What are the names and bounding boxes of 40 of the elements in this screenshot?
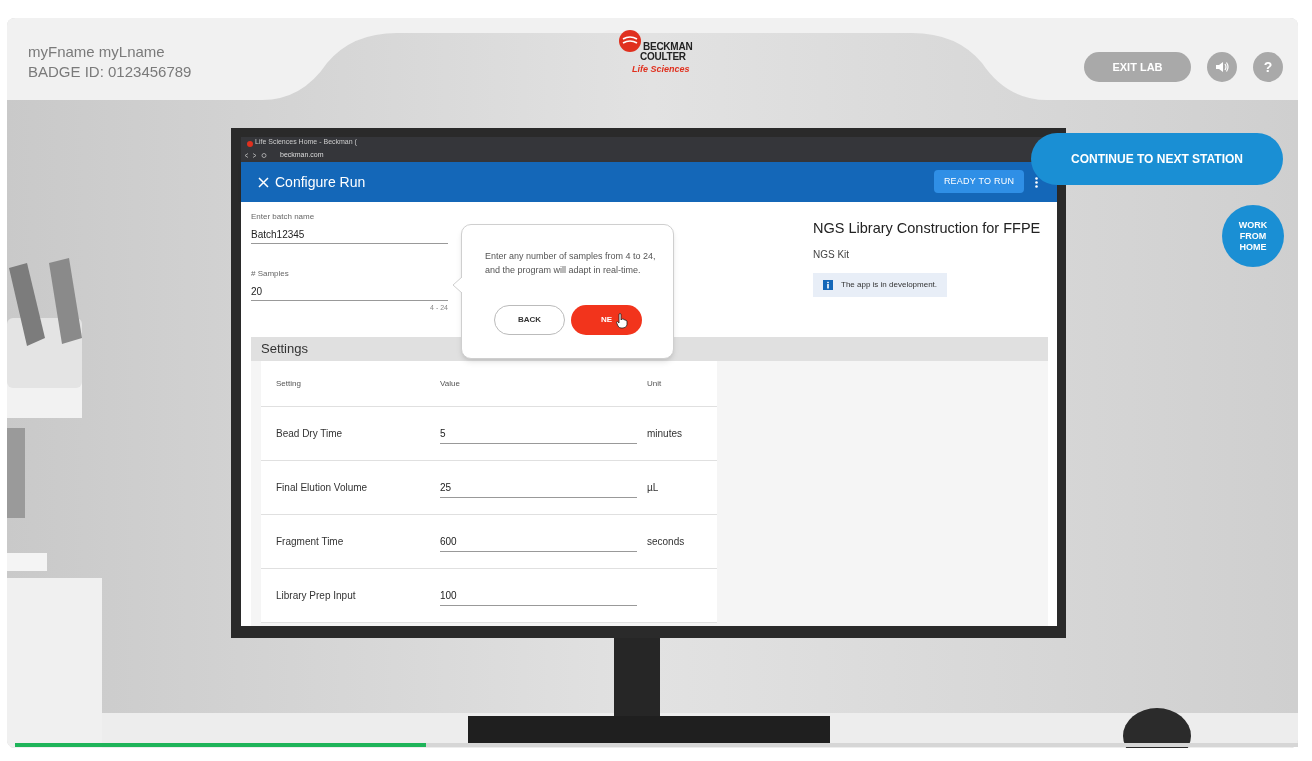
hand-cursor-icon bbox=[616, 313, 628, 329]
continue-button[interactable]: CONTINUE TO NEXT STATION bbox=[1031, 133, 1283, 185]
column-header: Setting bbox=[275, 377, 302, 390]
text-field[interactable]: 20 bbox=[251, 283, 448, 301]
section-title: Settings bbox=[261, 341, 308, 357]
setting-name: Library Prep Input bbox=[275, 589, 357, 603]
setting-name: Bead Dry Time bbox=[275, 427, 344, 441]
speaker-icon bbox=[1215, 61, 1229, 73]
back-button[interactable]: BACK bbox=[494, 305, 565, 335]
value-field[interactable]: 600 bbox=[440, 531, 637, 552]
logo-text: BECKMAN bbox=[643, 42, 693, 52]
unit-label: minutes bbox=[647, 427, 683, 441]
menu-icon[interactable] bbox=[1035, 177, 1038, 188]
setting-name: Fragment Time bbox=[275, 535, 345, 549]
logo-text: Life Sciences bbox=[632, 63, 690, 75]
logo-icon bbox=[619, 30, 641, 52]
text-field[interactable]: Batch12345 bbox=[251, 226, 448, 244]
column-header: Unit bbox=[647, 377, 663, 390]
value-field[interactable]: 100 bbox=[440, 585, 637, 606]
value-field[interactable]: 25 bbox=[440, 477, 637, 498]
notice-text: The app is in development. bbox=[841, 279, 938, 291]
navigation-icon[interactable] bbox=[244, 153, 268, 158]
unit-label: µL bbox=[647, 481, 660, 495]
tooltip-text: Enter any number of samples from 4 to 24, and the program will adapt in real-time. bbox=[485, 250, 657, 277]
column-header: Value bbox=[440, 377, 461, 390]
app-title: Configure Run bbox=[275, 173, 366, 191]
info-icon bbox=[823, 279, 833, 291]
unit-label: seconds bbox=[647, 535, 686, 549]
close-icon[interactable] bbox=[258, 177, 269, 188]
kit-subtitle: NGS Kit bbox=[813, 249, 850, 261]
badge-id: BADGE ID: 0123456789 bbox=[28, 62, 192, 82]
tooltip-pointer bbox=[452, 277, 462, 293]
field-label: Enter batch name bbox=[251, 212, 316, 222]
favicon-icon bbox=[247, 141, 253, 147]
logo-text: COULTER bbox=[640, 52, 686, 62]
field-label: # Samples bbox=[251, 269, 290, 279]
user-name: myFname myLname bbox=[28, 42, 165, 62]
setting-name: Final Elution Volume bbox=[275, 481, 369, 495]
kit-title: NGS Library Construction for FFPE bbox=[813, 219, 1041, 238]
value-field[interactable]: 5 bbox=[440, 423, 637, 444]
